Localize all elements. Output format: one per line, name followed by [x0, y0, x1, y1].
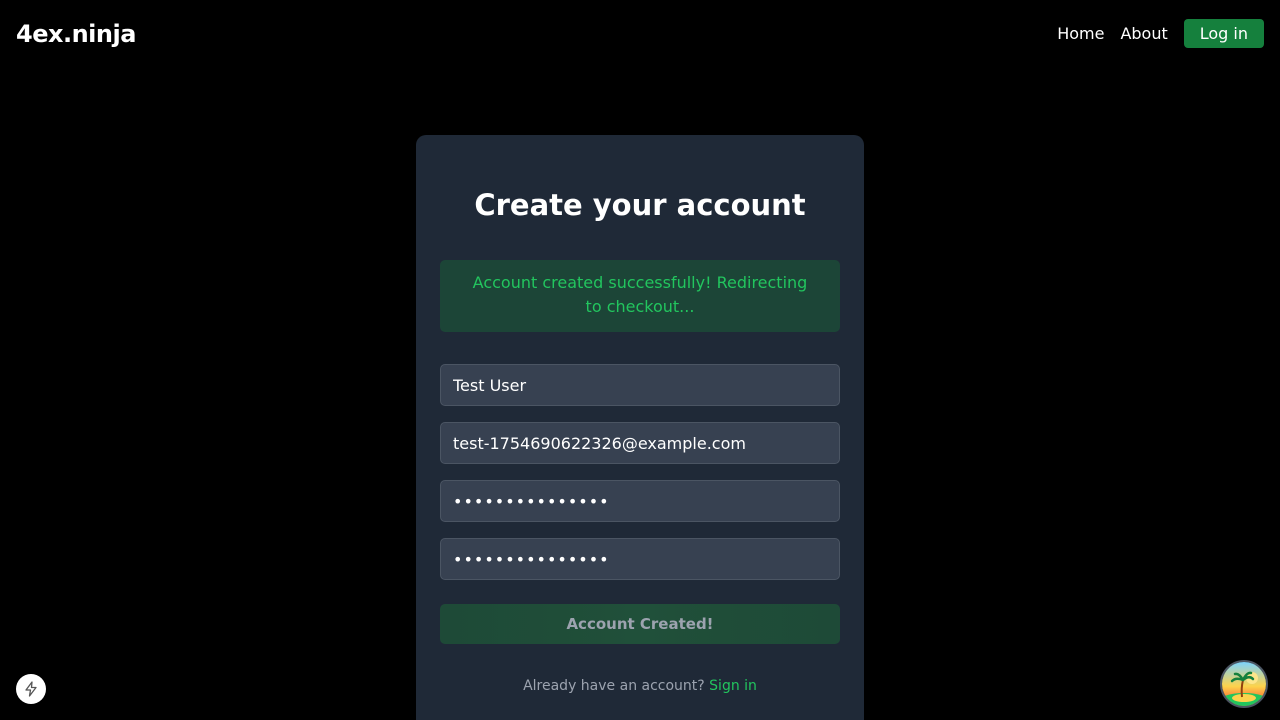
signin-link[interactable]: Sign in: [709, 678, 757, 694]
lightning-bolt-glyph: [25, 681, 37, 697]
login-button[interactable]: Log in: [1183, 19, 1264, 48]
island-avatar[interactable]: [1220, 660, 1268, 708]
submit-button[interactable]: Account Created!: [440, 604, 840, 644]
island-avatar-image: [1222, 662, 1266, 706]
lightning-bolt-icon[interactable]: [16, 674, 46, 704]
nav-about-link[interactable]: About: [1120, 20, 1167, 48]
site-logo[interactable]: 4ex.ninja: [16, 18, 136, 50]
password-field[interactable]: [440, 480, 840, 522]
email-field[interactable]: [440, 422, 840, 464]
page-title: Create your account: [474, 188, 806, 222]
signup-card: Create your account Account created succ…: [416, 135, 864, 720]
signin-prompt: Already have an account?: [523, 678, 705, 694]
page: 4ex.ninja Home About Log in Create your …: [0, 0, 1280, 720]
confirm-password-field[interactable]: [440, 538, 840, 580]
nav-home-link[interactable]: Home: [1057, 20, 1104, 48]
main-nav: Home About Log in: [1057, 19, 1264, 48]
success-message: Account created successfully! Redirectin…: [440, 260, 840, 332]
signin-row: Already have an account? Sign in: [416, 675, 864, 697]
site-header: 4ex.ninja Home About Log in: [0, 0, 1280, 68]
name-field[interactable]: [440, 364, 840, 406]
